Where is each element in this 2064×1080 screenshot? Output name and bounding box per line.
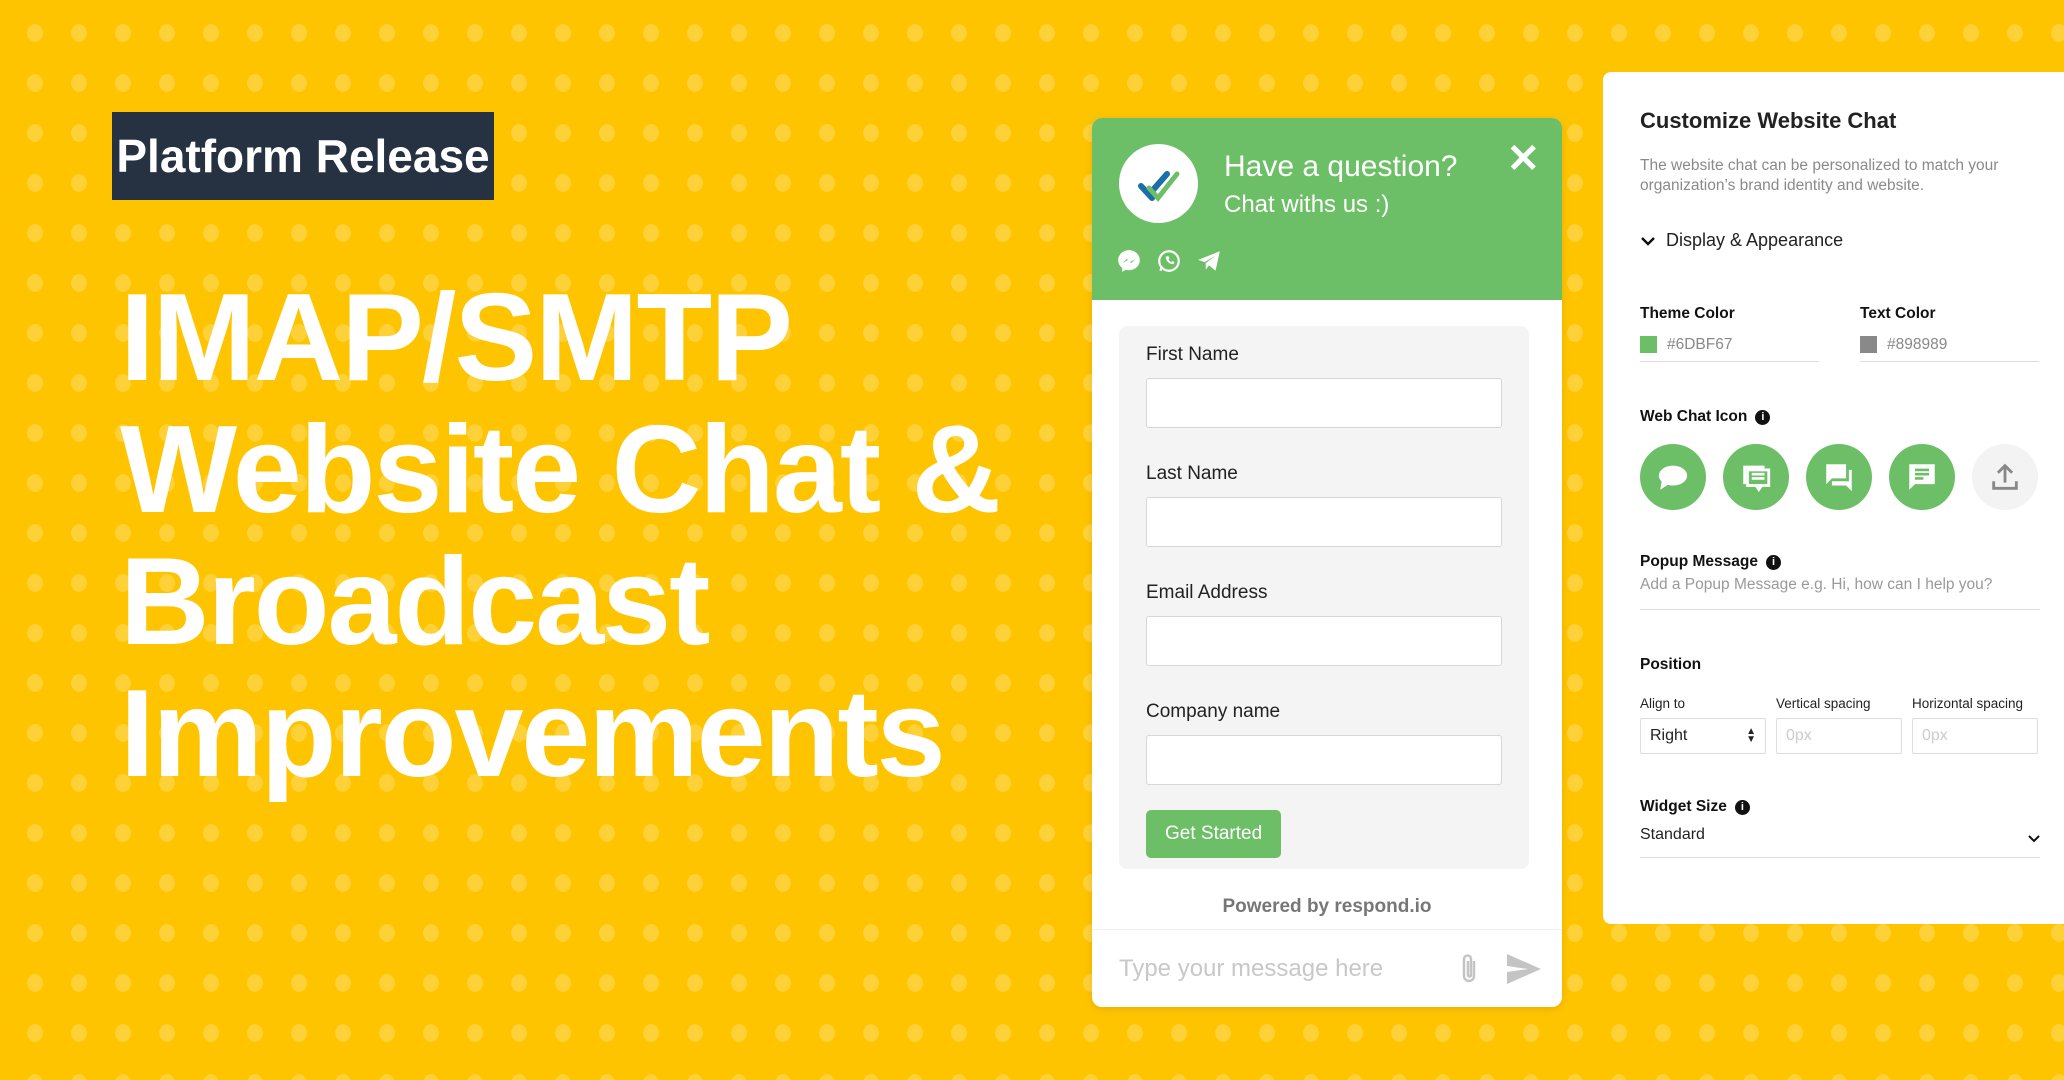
close-icon[interactable]: ✕	[1506, 136, 1540, 182]
message-input[interactable]	[1119, 954, 1458, 983]
align-label: Align to	[1640, 696, 1686, 711]
customize-panel: Customize Website Chat The website chat …	[1603, 72, 2064, 924]
platform-release-badge: Platform Release	[112, 112, 494, 200]
widget-size-value: Standard	[1640, 826, 1705, 843]
chevron-down-icon	[2028, 835, 2040, 843]
chat-title: Have a question?	[1224, 150, 1458, 183]
headline-line: Website Chat &	[120, 401, 1001, 539]
widget-size-label: Widget Size i	[1640, 798, 1750, 816]
chat-header: Have a question? Chat withs us :) ✕	[1092, 118, 1562, 300]
position-label: Position	[1640, 656, 1702, 673]
label-text: Web Chat Icon	[1640, 408, 1748, 425]
sort-arrows-icon: ▲ ▼	[1746, 726, 1756, 745]
headline: IMAP/SMTP Website Chat & Broadcast Impro…	[120, 269, 1001, 803]
section-label: Display & Appearance	[1666, 230, 1844, 250]
message-lines-icon[interactable]	[1889, 444, 1955, 510]
last-name-input[interactable]	[1146, 497, 1502, 547]
company-label: Company name	[1146, 701, 1281, 722]
send-icon[interactable]	[1506, 953, 1542, 985]
get-started-button[interactable]: Get Started	[1146, 810, 1282, 858]
popup-message-input[interactable]: Add a Popup Message e.g. Hi, how can I h…	[1640, 576, 2040, 610]
info-icon[interactable]: i	[1755, 409, 1771, 425]
label-text: Popup Message	[1640, 553, 1758, 570]
headline-line: Improvements	[120, 665, 946, 803]
last-name-label: Last Name	[1146, 463, 1238, 484]
web-chat-icon-label: Web Chat Icon i	[1640, 408, 1771, 426]
text-color-label: Text Color	[1860, 305, 1936, 322]
message-composer	[1092, 929, 1562, 1007]
theme-color-label: Theme Color	[1640, 305, 1735, 322]
horizontal-spacing-label: Horizontal spacing	[1912, 696, 2024, 711]
lead-form: First Name Last Name Email Address Compa…	[1119, 326, 1529, 869]
theme-color-value: #6DBF67	[1667, 335, 1733, 353]
theme-color-field[interactable]: #6DBF67	[1640, 328, 1819, 362]
widget-size-select[interactable]: Standard	[1640, 826, 2040, 858]
horizontal-spacing-input[interactable]: 0px	[1912, 718, 2038, 754]
email-input[interactable]	[1146, 616, 1502, 666]
chevron-down-icon	[1641, 236, 1655, 246]
forum-icon[interactable]	[1806, 444, 1872, 510]
align-value: Right	[1650, 727, 1688, 744]
label-text: Widget Size	[1640, 798, 1727, 815]
info-icon[interactable]: i	[1734, 799, 1750, 815]
respond-logo-icon	[1119, 144, 1198, 223]
speech-bubble-icon[interactable]	[1640, 444, 1706, 510]
forum-lines-icon[interactable]	[1723, 444, 1789, 510]
popup-message-label: Popup Message i	[1640, 553, 1781, 571]
theme-color-swatch[interactable]	[1640, 336, 1657, 353]
email-label: Email Address	[1146, 582, 1268, 603]
vertical-spacing-input[interactable]: 0px	[1776, 718, 1902, 754]
upload-icon[interactable]	[1972, 444, 2038, 510]
vertical-spacing-label: Vertical spacing	[1776, 696, 1871, 711]
paperclip-icon[interactable]	[1458, 952, 1480, 986]
chat-subtitle: Chat withs us :)	[1224, 191, 1390, 218]
whatsapp-icon[interactable]	[1156, 248, 1182, 274]
first-name-label: First Name	[1146, 344, 1239, 365]
headline-line: Broadcast	[120, 533, 710, 671]
first-name-input[interactable]	[1146, 378, 1502, 428]
display-appearance-toggle[interactable]: Display & Appearance	[1640, 230, 1843, 251]
powered-by: Powered by respond.io	[1222, 896, 1432, 917]
headline-line: IMAP/SMTP	[120, 269, 793, 407]
info-icon[interactable]: i	[1766, 554, 1781, 570]
align-select[interactable]: Right ▲ ▼	[1640, 718, 1766, 754]
company-input[interactable]	[1146, 735, 1502, 785]
text-color-field[interactable]: #898989	[1860, 328, 2039, 362]
panel-title: Customize Website Chat	[1640, 108, 1897, 133]
chat-widget: Have a question? Chat withs us :) ✕ Firs…	[1092, 118, 1562, 1007]
messenger-icon[interactable]	[1116, 248, 1142, 274]
panel-description: The website chat can be personalized to …	[1640, 157, 1999, 194]
text-color-swatch[interactable]	[1860, 336, 1877, 353]
text-color-value: #898989	[1887, 335, 1948, 353]
telegram-icon[interactable]	[1196, 248, 1222, 274]
